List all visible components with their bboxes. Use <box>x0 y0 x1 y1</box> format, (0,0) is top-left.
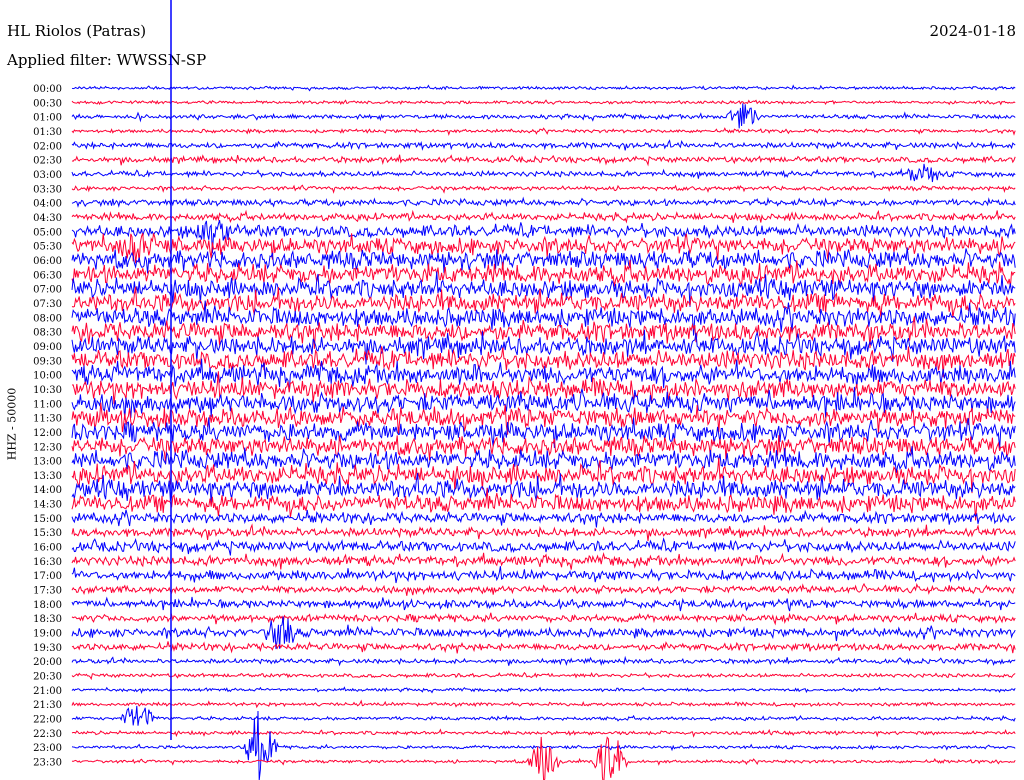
trace-2300 <box>71 710 1016 780</box>
trace-0000 <box>71 84 1016 92</box>
row-label-0230: 02:30 <box>33 156 62 167</box>
seismogram-chart: 00:00 00:30 01:00 01:30 02:00 02:30 03:00 03:30… <box>33 0 1016 780</box>
trace-2200 <box>71 705 1016 726</box>
row-label-1600: 16:00 <box>33 543 62 554</box>
row-label-0530: 05:30 <box>33 242 62 253</box>
row-label-2330: 23:30 <box>33 758 62 769</box>
trace-1730 <box>71 582 1016 596</box>
trace-1600 <box>71 537 1016 556</box>
row-label-1130: 11:30 <box>33 414 62 425</box>
row-label-1230: 12:30 <box>33 442 62 453</box>
trace-0430 <box>71 209 1016 224</box>
row-label-0430: 04:30 <box>33 213 62 224</box>
row-label-0730: 07:30 <box>33 299 62 310</box>
trace-0330 <box>71 184 1016 194</box>
row-label-0800: 08:00 <box>33 313 62 324</box>
row-label-2300: 23:00 <box>33 743 62 754</box>
trace-0400 <box>71 196 1016 208</box>
trace-0100 <box>71 103 1016 129</box>
row-label-0600: 06:00 <box>33 256 62 267</box>
trace-2000 <box>71 655 1016 667</box>
row-label-2230: 22:30 <box>33 729 62 740</box>
row-label-1830: 18:30 <box>33 614 62 625</box>
trace-1630 <box>71 552 1016 570</box>
row-label-0100: 01:00 <box>33 113 62 124</box>
row-label-0200: 02:00 <box>33 141 62 152</box>
trace-2030 <box>71 671 1016 681</box>
row-label-1500: 15:00 <box>33 514 62 525</box>
trace-1900 <box>71 616 1016 650</box>
trace-1830 <box>71 612 1016 626</box>
trace-1930 <box>71 641 1016 654</box>
row-label-1430: 14:30 <box>33 500 62 511</box>
row-label-0130: 01:30 <box>33 127 62 138</box>
row-label-0300: 03:00 <box>33 170 62 181</box>
row-label-1930: 19:30 <box>33 643 62 654</box>
row-label-1800: 18:00 <box>33 600 62 611</box>
row-label-2000: 20:00 <box>33 657 62 668</box>
row-label-1000: 10:00 <box>33 371 62 382</box>
row-label-1300: 13:00 <box>33 457 62 468</box>
row-label-2100: 21:00 <box>33 686 62 697</box>
row-label-1200: 12:00 <box>33 428 62 439</box>
row-labels: 00:00 00:30 01:00 01:30 02:00 02:30 03:00 03:30… <box>33 84 62 769</box>
trace-0200 <box>71 139 1016 151</box>
trace-0030 <box>71 99 1016 106</box>
row-label-1900: 19:00 <box>33 629 62 640</box>
trace-2230 <box>71 728 1016 738</box>
row-label-1400: 14:00 <box>33 485 62 496</box>
trace-1300 <box>71 446 1016 473</box>
row-label-0700: 07:00 <box>33 285 62 296</box>
traces <box>71 84 1016 780</box>
row-label-1530: 15:30 <box>33 528 62 539</box>
row-label-2130: 21:30 <box>33 700 62 711</box>
trace-1700 <box>71 566 1016 584</box>
row-label-2030: 20:30 <box>33 672 62 683</box>
trace-0300 <box>71 163 1016 183</box>
row-label-0030: 00:30 <box>33 98 62 109</box>
row-label-1100: 11:00 <box>33 399 62 410</box>
row-label-1730: 17:30 <box>33 586 62 597</box>
row-label-1330: 13:30 <box>33 471 62 482</box>
row-label-1630: 16:30 <box>33 557 62 568</box>
row-label-0400: 04:00 <box>33 199 62 210</box>
trace-1800 <box>71 596 1016 612</box>
row-label-2200: 22:00 <box>33 715 62 726</box>
trace-0230 <box>71 154 1016 167</box>
trace-2130 <box>71 699 1016 709</box>
trace-0130 <box>71 127 1016 137</box>
row-label-0000: 00:00 <box>33 84 62 95</box>
row-label-0830: 08:30 <box>33 328 62 339</box>
row-label-0900: 09:00 <box>33 342 62 353</box>
row-label-1030: 10:30 <box>33 385 62 396</box>
row-label-0930: 09:30 <box>33 356 62 367</box>
trace-1500 <box>71 509 1016 528</box>
row-label-0630: 06:30 <box>33 270 62 281</box>
row-label-1700: 17:00 <box>33 571 62 582</box>
row-label-0500: 05:00 <box>33 227 62 238</box>
trace-2100 <box>71 686 1016 695</box>
row-label-0330: 03:30 <box>33 184 62 195</box>
trace-2330 <box>71 736 1016 780</box>
trace-1530 <box>71 523 1016 541</box>
